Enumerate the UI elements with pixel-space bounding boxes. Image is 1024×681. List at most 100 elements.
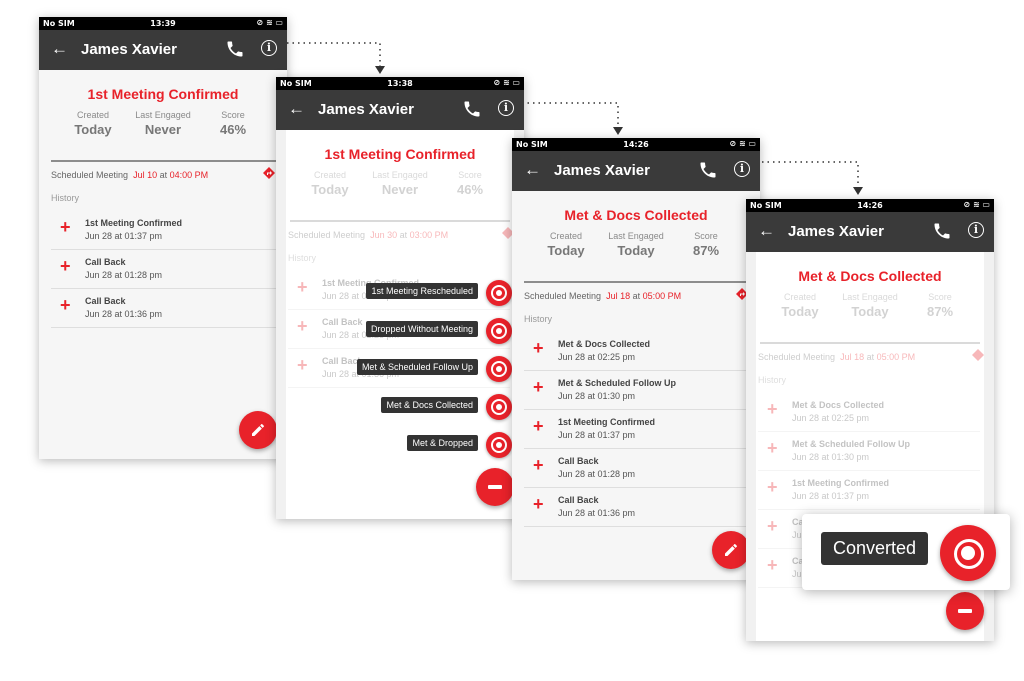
target-icon[interactable] [486, 318, 512, 344]
system-icons: ⊘ ≋ ▭ [963, 200, 990, 209]
contact-name: James Xavier [318, 101, 414, 118]
history-label: History [51, 193, 80, 203]
history-item[interactable]: + Call Back Jun 28 at 01:36 pm [524, 487, 750, 527]
phone-screen-2: No SIM 13:38 ⊘ ≋ ▭ ← James Xavier i 1st … [276, 77, 524, 519]
plus-icon: + [767, 477, 778, 497]
phone-icon[interactable] [932, 221, 952, 241]
lead-card: 1st Meeting Confirmed Created Today Last … [39, 70, 287, 459]
info-icon[interactable]: i [734, 161, 750, 177]
close-menu-fab[interactable] [476, 468, 514, 506]
converted-label: Converted [821, 532, 929, 565]
route-icon [972, 349, 984, 361]
scheduled-meeting: Scheduled Meeting Jun 30 at 03:00 PM [288, 230, 449, 240]
stat-score: Score 46% [456, 170, 484, 197]
history-item: + Met & Docs Collected Jun 28 at 02:25 pm [758, 392, 980, 432]
phone-screen-3: No SIM 14:26 ⊘ ≋ ▭ ← James Xavier i Met … [512, 138, 760, 580]
app-bar: ← James Xavier i [276, 90, 524, 130]
back-arrow-icon[interactable]: ← [758, 221, 775, 241]
plus-icon: + [60, 295, 71, 315]
divider [760, 342, 980, 344]
back-arrow-icon[interactable]: ← [288, 99, 305, 119]
info-icon[interactable]: i [498, 100, 514, 116]
menu-item-met-dropped[interactable]: Met & Dropped [292, 432, 512, 458]
system-icons: ⊘ ≋ ▭ [256, 18, 283, 27]
phone-icon[interactable] [698, 160, 718, 180]
plus-icon: + [533, 338, 544, 358]
edit-fab[interactable] [239, 411, 277, 449]
clock: 13:39 [150, 19, 176, 28]
phone-icon[interactable] [462, 99, 482, 119]
contact-name: James Xavier [788, 223, 884, 240]
history-item[interactable]: +1st Meeting Confirmed Jun 28 at 01:37 pm [524, 409, 750, 449]
lead-status-title: 1st Meeting Confirmed [87, 86, 239, 102]
stat-score: Score 87% [692, 231, 720, 258]
back-arrow-icon[interactable]: ← [51, 39, 68, 59]
history-label: History [288, 253, 317, 263]
menu-item-met-docs-collected[interactable]: Met & Docs Collected [292, 394, 512, 420]
phone-screen-1: No SIM 13:39 ⊘ ≋ ▭ ← James Xavier i 1st … [39, 17, 287, 459]
target-icon[interactable] [486, 432, 512, 458]
app-bar: ← James Xavier i [39, 30, 287, 70]
history-label: History [524, 314, 553, 324]
history-item[interactable]: + Call Back Jun 28 at 01:28 pm [51, 249, 277, 289]
stat-score: Score 87% [926, 292, 954, 319]
system-icons: ⊘ ≋ ▭ [493, 78, 520, 87]
clock: 14:26 [857, 201, 883, 210]
plus-icon: + [767, 516, 778, 536]
converted-button[interactable] [940, 525, 996, 581]
history-item: + Met & Scheduled Follow Up Jun 28 at 01:3… [758, 431, 980, 471]
clock: 13:38 [387, 79, 413, 88]
history-item[interactable]: +1st Meeting Confirmed Jun 28 at 01:37 pm [51, 210, 277, 250]
status-bar: No SIM 14:26 ⊘ ≋ ▭ [746, 199, 994, 212]
route-icon[interactable] [263, 167, 275, 179]
plus-icon: + [533, 494, 544, 514]
contact-name: James Xavier [554, 162, 650, 179]
info-icon[interactable]: i [261, 40, 277, 56]
lead-status-title: Met & Docs Collected [798, 268, 942, 284]
plus-icon: + [60, 217, 71, 237]
status-bar: No SIM 13:39 ⊘ ≋ ▭ [39, 17, 287, 30]
lead-status-title: 1st Meeting Confirmed [324, 146, 476, 162]
back-arrow-icon[interactable]: ← [524, 160, 541, 180]
menu-item-dropped-without-meeting[interactable]: Dropped Without Meeting [292, 318, 512, 344]
menu-item-1st-meeting-rescheduled[interactable]: 1st Meeting Rescheduled [292, 280, 512, 306]
history-item[interactable]: + Call Back Jun 28 at 01:36 pm [51, 288, 277, 328]
plus-icon: + [533, 416, 544, 436]
info-icon[interactable]: i [968, 222, 984, 238]
status-bar: No SIM 13:38 ⊘ ≋ ▭ [276, 77, 524, 90]
history-label: History [758, 375, 787, 385]
minus-icon [958, 609, 972, 613]
app-bar: ← James Xavier i [512, 151, 760, 191]
plus-icon: + [533, 377, 544, 397]
contact-name: James Xavier [81, 41, 177, 58]
lead-card: Met & Docs Collected Created Today Last E… [512, 191, 760, 580]
plus-icon: + [60, 256, 71, 276]
target-icon[interactable] [486, 394, 512, 420]
target-icon[interactable] [486, 356, 512, 382]
app-bar: ← James Xavier i [746, 212, 994, 252]
scheduled-meeting: Scheduled Meeting Jul 10 at 04:00 PM [51, 170, 209, 180]
minus-icon [488, 485, 502, 489]
plus-icon: + [767, 555, 778, 575]
target-icon[interactable] [486, 280, 512, 306]
divider [51, 160, 277, 162]
phone-icon[interactable] [225, 39, 245, 59]
history-item[interactable]: + Met & Docs Collected Jun 28 at 02:25 pm [524, 331, 750, 371]
edit-icon [252, 424, 264, 436]
edit-fab[interactable] [712, 531, 750, 569]
plus-icon: + [767, 438, 778, 458]
system-icons: ⊘ ≋ ▭ [729, 139, 756, 148]
scheduled-meeting: Scheduled Meeting Jul 18 at 05:00 PM [524, 291, 682, 301]
divider [290, 220, 510, 222]
lead-status-title: Met & Docs Collected [564, 207, 708, 223]
divider [524, 281, 750, 283]
plus-icon: + [533, 455, 544, 475]
converted-callout: Converted [802, 514, 1010, 590]
menu-item-met-scheduled-follow-up[interactable]: Met & Scheduled Follow Up [292, 356, 512, 382]
scheduled-meeting: Scheduled Meeting Jul 18 at 05:00 PM [758, 352, 916, 362]
history-item[interactable]: + Call Back Jun 28 at 01:28 pm [524, 448, 750, 488]
close-menu-fab[interactable] [946, 592, 984, 630]
history-item[interactable]: + Met & Scheduled Follow Up Jun 28 at 01:3… [524, 370, 750, 410]
edit-icon [725, 544, 737, 556]
history-item: +1st Meeting ConfirmedJun 28 at 01:37 pm [758, 470, 980, 510]
